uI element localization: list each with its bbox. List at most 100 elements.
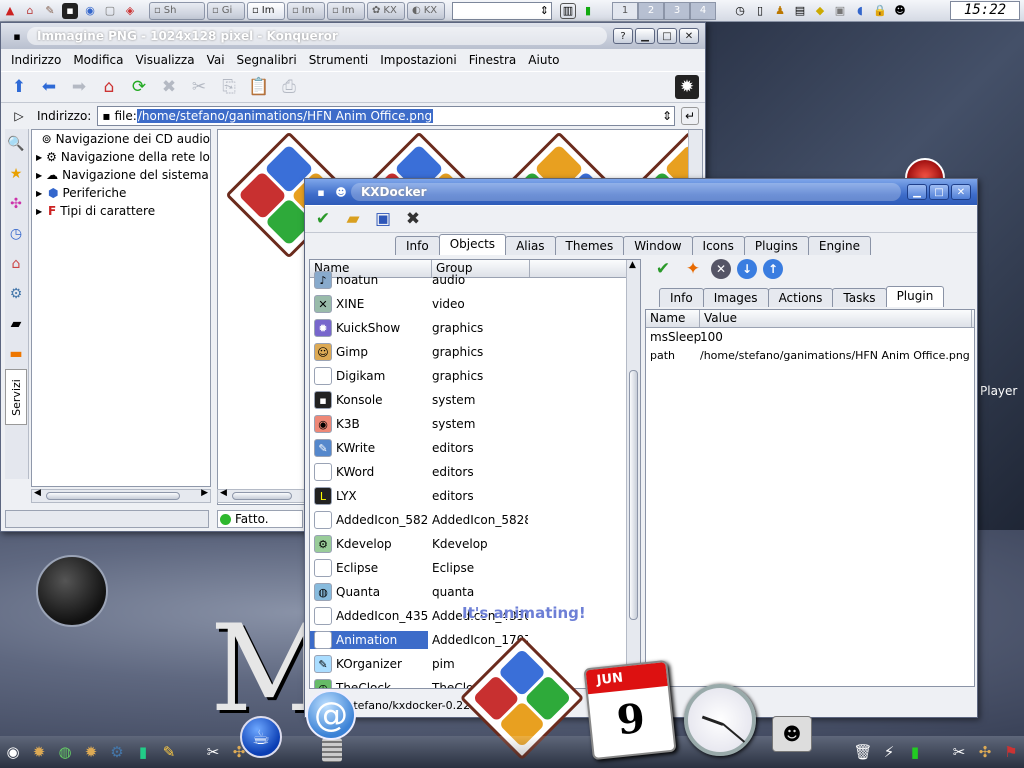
dock-calendar-icon[interactable]: JUN 9: [583, 659, 677, 761]
scroll-left-icon[interactable]: ◀: [34, 488, 41, 498]
scroll-right-icon[interactable]: ▶: [201, 488, 208, 498]
window-menu-icon[interactable]: ▪: [9, 28, 25, 44]
menu-aiuto[interactable]: Aiuto: [522, 53, 565, 67]
minimize-button[interactable]: ▁: [635, 28, 655, 44]
dock-plug-icon[interactable]: ⚡: [878, 741, 900, 763]
list-item[interactable]: ⚙ Kdevelop Kdevelop: [310, 532, 640, 556]
paste-icon[interactable]: 📋: [247, 75, 271, 99]
up-arrow-icon[interactable]: ⬆: [7, 75, 31, 99]
kde-menu-icon[interactable]: ▲: [2, 3, 18, 19]
user-icon[interactable]: ♟: [772, 3, 788, 19]
save-icon[interactable]: ▣: [371, 207, 395, 231]
dock-speaker-icon[interactable]: ◉: [2, 741, 24, 763]
list-item[interactable]: ✹ KuickShow graphics: [310, 316, 640, 340]
scroll-thumb[interactable]: [629, 370, 638, 620]
list-item[interactable]: Digikam graphics: [310, 364, 640, 388]
tree-horizontal-scrollbar[interactable]: ◀ ▶: [31, 488, 211, 503]
media-icon[interactable]: ▰: [5, 309, 27, 339]
dock-tux-tray-icon[interactable]: ☻: [772, 716, 812, 752]
panel-clock[interactable]: 15:22: [950, 1, 1020, 20]
pager-applet-icon[interactable]: ▥: [560, 2, 576, 19]
subtab-tasks[interactable]: Tasks: [832, 288, 887, 307]
task-button-6[interactable]: ◐ KX: [407, 1, 445, 20]
tree-item-fonts[interactable]: ▶ F Tipi di carattere: [32, 202, 210, 220]
dock-meter-icon[interactable]: ▮: [904, 741, 926, 763]
office-icon[interactable]: ◈: [122, 3, 138, 19]
lock-icon[interactable]: 🔒: [872, 3, 888, 19]
player-desktop-label[interactable]: Player: [980, 384, 1017, 398]
image-horizontal-scrollbar[interactable]: ◀: [217, 488, 305, 503]
apply-check-icon[interactable]: ✔: [311, 207, 335, 231]
konqueror-gear-icon[interactable]: ✹: [675, 75, 699, 99]
stop-icon[interactable]: ✖: [157, 75, 181, 99]
location-dropdown-icon[interactable]: ⇕: [662, 109, 672, 123]
desktop-4[interactable]: 4: [690, 1, 716, 20]
notes-icon[interactable]: ◆: [812, 3, 828, 19]
scroll-thumb[interactable]: [46, 492, 180, 500]
close-config-icon[interactable]: ✖: [401, 207, 425, 231]
expand-arrow[interactable]: ▶: [36, 153, 42, 162]
expand-arrow[interactable]: ▶: [36, 171, 42, 180]
magic-wand-icon[interactable]: ✦: [681, 257, 705, 281]
home-folder-icon[interactable]: ⌂: [5, 249, 27, 279]
volume-icon[interactable]: ◖: [852, 3, 868, 19]
list-item[interactable]: AddedIcon_5828 AddedIcon_5828: [310, 508, 640, 532]
prop-row[interactable]: path/home/stefano/ganimations/HFN Anim O…: [646, 346, 974, 364]
tab-engine[interactable]: Engine: [807, 236, 871, 255]
task-button-0[interactable]: ▫ Sh: [149, 1, 205, 20]
scroll-thumb[interactable]: [232, 492, 292, 500]
expand-arrow[interactable]: ▶: [36, 207, 44, 216]
dock-puzzle-icon[interactable]: ✣: [974, 741, 996, 763]
scroll-up-icon[interactable]: ▲: [629, 260, 636, 270]
dock-edit-icon[interactable]: ✎: [158, 741, 180, 763]
close-button[interactable]: ✕: [951, 184, 971, 200]
menu-visualizza[interactable]: Visualizza: [129, 53, 200, 67]
dock-tools-icon[interactable]: ✂: [202, 741, 224, 763]
network-icon[interactable]: ⚙: [5, 279, 27, 309]
dock-clock-icon[interactable]: [684, 684, 756, 756]
panel-combo-box[interactable]: [452, 1, 552, 20]
tab-objects[interactable]: Objects: [438, 234, 507, 255]
list-item[interactable]: KWord editors: [310, 460, 640, 484]
list-item[interactable]: ◉ K3B system: [310, 412, 640, 436]
menu-modifica[interactable]: Modifica: [67, 53, 129, 67]
subtab-plugin[interactable]: Plugin: [885, 286, 945, 307]
list-item-selected[interactable]: Animation AddedIcon_1707: [310, 628, 640, 652]
home-icon[interactable]: ⌂: [97, 75, 121, 99]
services-icon[interactable]: ✣: [5, 189, 27, 219]
dock-chart-icon[interactable]: ▮: [132, 741, 154, 763]
konqueror-titlebar[interactable]: ▪ Immagine PNG - 1024x128 pixel - Konque…: [1, 23, 705, 49]
battery-icon[interactable]: ▯: [752, 3, 768, 19]
dock-trash-icon[interactable]: 🗑: [852, 741, 874, 763]
task-button-1[interactable]: ▫ Gi: [207, 1, 245, 20]
column-prop-name[interactable]: Name: [646, 310, 700, 327]
remove-circle-icon[interactable]: ✕: [711, 259, 731, 279]
desktop-3[interactable]: 3: [664, 1, 690, 20]
list-item[interactable]: ✕ XINE video: [310, 292, 640, 316]
maximize-button[interactable]: □: [657, 28, 677, 44]
menu-segnalibri[interactable]: Segnalibri: [231, 53, 303, 67]
tab-themes[interactable]: Themes: [554, 236, 625, 255]
task-button-2[interactable]: ▫ Im: [247, 1, 285, 20]
forward-arrow-icon[interactable]: ➡: [67, 75, 91, 99]
dock-signal-icon[interactable]: ◍: [54, 741, 76, 763]
expand-arrow[interactable]: ▶: [36, 189, 44, 198]
tab-plugins[interactable]: Plugins: [743, 236, 809, 255]
copy-icon[interactable]: ⎘: [217, 75, 241, 99]
tux-icon[interactable]: ☻: [892, 3, 908, 19]
menu-vai[interactable]: Vai: [201, 53, 231, 67]
reload-icon[interactable]: ⟳: [127, 75, 151, 99]
tab-window[interactable]: Window: [623, 236, 693, 255]
tab-alias[interactable]: Alias: [505, 236, 556, 255]
menu-impostazioni[interactable]: Impostazioni: [374, 53, 462, 67]
dock-teacup-icon[interactable]: ☕: [240, 716, 282, 758]
list-item[interactable]: ☺ Gimp graphics: [310, 340, 640, 364]
back-arrow-icon[interactable]: ⬅: [37, 75, 61, 99]
go-icon[interactable]: ↵: [681, 107, 699, 125]
task-button-4[interactable]: ▫ Im: [327, 1, 365, 20]
prop-row[interactable]: msSleep 100: [646, 328, 974, 346]
menu-finestra[interactable]: Finestra: [463, 53, 523, 67]
window-menu-icon[interactable]: ▪: [313, 184, 329, 200]
terminal-icon[interactable]: ▪: [62, 2, 78, 19]
list-vertical-scrollbar[interactable]: ▲ ▼: [626, 260, 640, 688]
